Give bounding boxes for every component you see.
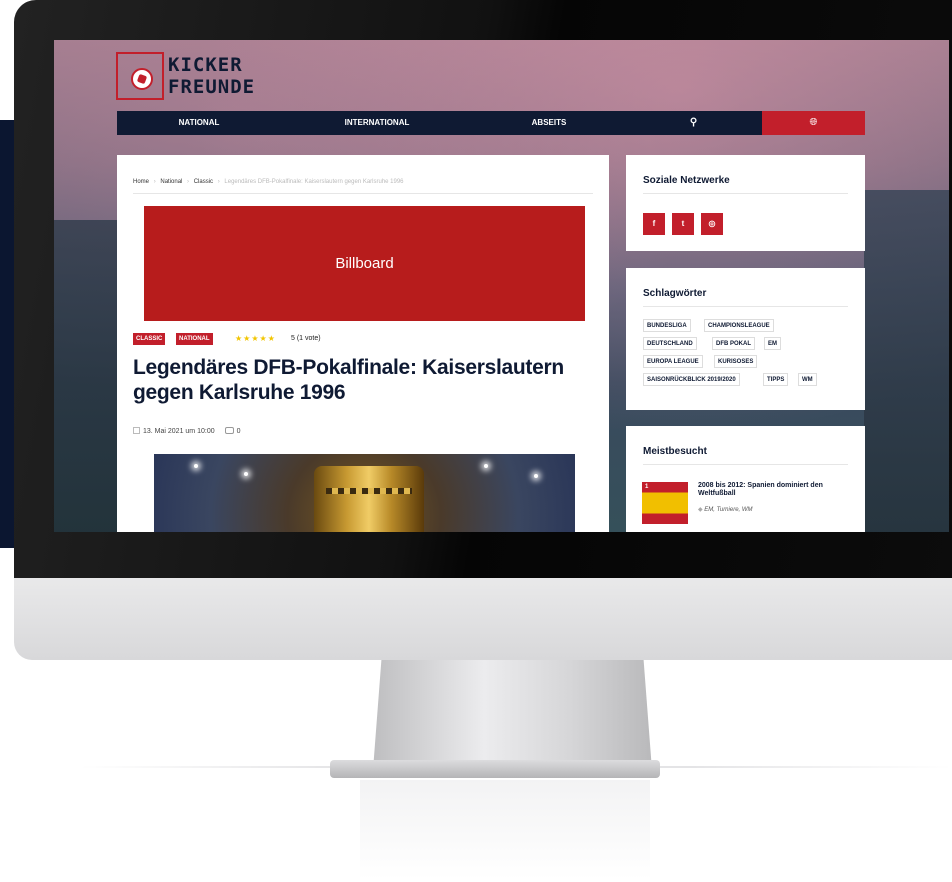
nav-item-international[interactable]: INTERNATIONAL bbox=[281, 111, 473, 135]
breadcrumb: Home › National › Classic › Legendäres D… bbox=[133, 179, 404, 185]
rating-text: 5 (1 vote) bbox=[291, 335, 321, 342]
comment-count[interactable]: 0 bbox=[237, 428, 241, 435]
tag-national[interactable]: NATIONAL bbox=[176, 333, 213, 345]
stadium-light bbox=[534, 474, 538, 478]
globe-icon[interactable]: 🌐︎ bbox=[762, 111, 865, 135]
billboard-ad[interactable]: Billboard bbox=[144, 206, 585, 321]
breadcrumb-classic[interactable]: Classic bbox=[194, 179, 213, 185]
breadcrumb-national[interactable]: National bbox=[160, 179, 182, 185]
breadcrumb-sep: › bbox=[187, 179, 190, 185]
divider bbox=[643, 306, 848, 307]
post-thumbnail-spain-flag[interactable]: 1 bbox=[642, 482, 688, 524]
stadium-light bbox=[484, 464, 488, 468]
tag-chip[interactable]: DEUTSCHLAND bbox=[643, 337, 697, 350]
tag-chip[interactable]: EM bbox=[764, 337, 781, 350]
stadium-light bbox=[244, 472, 248, 476]
dfb-pokal-trophy bbox=[314, 466, 424, 532]
monitor-screen: KICKER FREUNDE NATIONAL INTERNATIONAL AB… bbox=[54, 40, 949, 532]
main-nav: NATIONAL INTERNATIONAL ABSEITS ⚲ 🌐︎ bbox=[117, 111, 865, 135]
breadcrumb-home[interactable]: Home bbox=[133, 179, 149, 185]
rating-stars[interactable]: ★★★★★ bbox=[235, 333, 276, 345]
nav-item-national[interactable]: NATIONAL bbox=[117, 111, 281, 135]
facebook-icon[interactable]: f bbox=[643, 213, 665, 235]
tag-chip[interactable]: TIPPS bbox=[763, 373, 789, 386]
article-title: Legendäres DFB-Pokalfinale: Kaiserslaute… bbox=[133, 356, 564, 404]
tags-title: Schlagwörter bbox=[643, 288, 707, 299]
comment-icon bbox=[224, 427, 234, 434]
article-meta: 13. Mai 2021 um 10:00 0 bbox=[133, 427, 241, 435]
divider bbox=[643, 193, 848, 194]
tag-icon: ◆ bbox=[698, 507, 703, 513]
breadcrumb-sep: › bbox=[153, 179, 156, 185]
tag-chip[interactable]: KURISOSES bbox=[714, 355, 758, 368]
calendar-icon bbox=[133, 427, 140, 434]
divider bbox=[133, 193, 593, 194]
tag-chip[interactable]: SAISONRÜCKBLICK 2019/2020 bbox=[643, 373, 740, 386]
stadium-crowd-right bbox=[864, 190, 949, 532]
popular-title: Meistbesucht bbox=[643, 446, 707, 457]
stand-reflection bbox=[360, 780, 650, 880]
most-visited-card: Meistbesucht 1 2008 bis 2012: Spanien do… bbox=[626, 426, 865, 532]
tag-chip[interactable]: BUNDESLIGA bbox=[643, 319, 691, 332]
breadcrumb-sep: › bbox=[217, 179, 220, 185]
football-icon bbox=[131, 68, 153, 90]
tag-chip[interactable]: WM bbox=[798, 373, 817, 386]
search-icon[interactable]: ⚲ bbox=[625, 111, 762, 135]
logo-box bbox=[116, 52, 164, 100]
article-card: Home › National › Classic › Legendäres D… bbox=[117, 155, 609, 532]
social-title: Soziale Netzwerke bbox=[643, 175, 730, 186]
logo-line-2: FREUNDE bbox=[168, 76, 256, 98]
monitor-stand-neck bbox=[372, 660, 653, 772]
tag-chip[interactable]: EUROPA LEAGUE bbox=[643, 355, 703, 368]
post-tags-text[interactable]: EM, Turniere, WM bbox=[704, 507, 752, 513]
post-title[interactable]: 2008 bis 2012: Spanien dominiert den Wel… bbox=[698, 482, 848, 498]
site-logo[interactable]: KICKER FREUNDE bbox=[116, 50, 254, 102]
tag-classic[interactable]: CLASSIC bbox=[133, 333, 166, 345]
breadcrumb-current: Legendäres DFB-Pokalfinale: Kaiserslaute… bbox=[224, 179, 404, 185]
tag-cloud-card: Schlagwörter BUNDESLIGA CHAMPIONSLEAGUE … bbox=[626, 268, 865, 410]
instagram-icon[interactable]: ◎ bbox=[701, 213, 723, 235]
nav-item-abseits[interactable]: ABSEITS bbox=[473, 111, 625, 135]
divider bbox=[643, 464, 848, 465]
tag-chip[interactable]: DFB POKAL bbox=[712, 337, 755, 350]
post-rank: 1 bbox=[645, 484, 649, 490]
social-networks-card: Soziale Netzwerke f t ◎ bbox=[626, 155, 865, 251]
monitor-chin bbox=[14, 578, 952, 660]
article-date: 13. Mai 2021 um 10:00 bbox=[143, 428, 215, 435]
article-hero-image bbox=[154, 454, 575, 532]
logo-line-1: KICKER bbox=[168, 54, 243, 76]
post-tags: ◆ EM, Turniere, WM bbox=[698, 506, 753, 513]
stadium-light bbox=[194, 464, 198, 468]
monitor-stand-base bbox=[330, 760, 660, 778]
twitter-icon[interactable]: t bbox=[672, 213, 694, 235]
tag-chip[interactable]: CHAMPIONSLEAGUE bbox=[704, 319, 774, 332]
